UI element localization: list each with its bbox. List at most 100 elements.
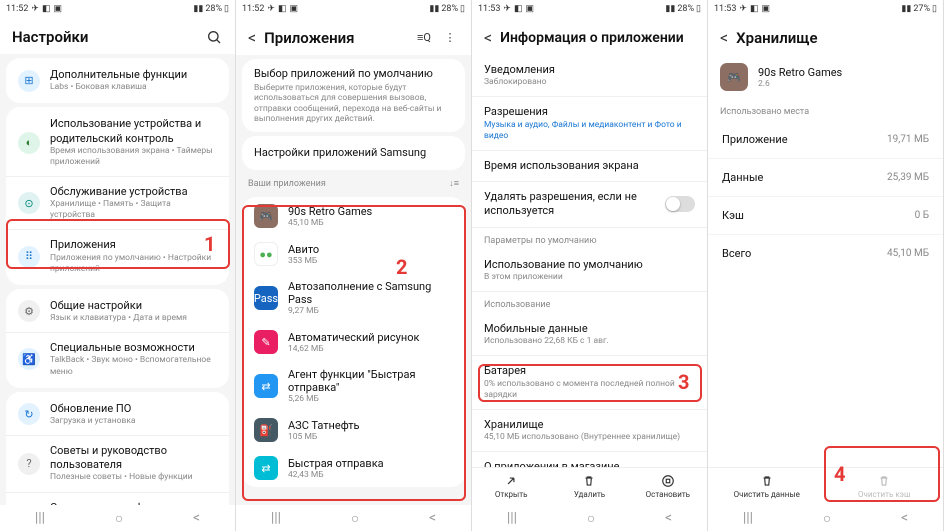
app-size: 45,10 МБ — [288, 218, 372, 228]
app-row[interactable]: ✎Автоматический рисунок14,62 МБ — [242, 323, 465, 361]
item-title: Обновление ПО — [50, 402, 217, 416]
storage-data-row: Данные25,39 МБ — [708, 159, 943, 197]
back-button[interactable]: < — [429, 510, 436, 526]
app-name: 90s Retro Games — [758, 66, 842, 79]
status-battery: 28% — [205, 4, 222, 14]
page-title: Настройки — [12, 28, 197, 46]
app-name: 90s Retro Games — [288, 205, 372, 218]
app-row[interactable]: PassАвтозаполнение с Samsung Pass9,27 МБ — [242, 273, 465, 323]
card-title: Выбор приложений по умолчанию — [254, 67, 453, 81]
page-title: Информация о приложении — [500, 30, 695, 46]
app-size: 42,43 МБ — [288, 470, 384, 480]
section-label: Использование — [472, 292, 707, 314]
item-sub: Labs • Боковая клавиша — [50, 82, 217, 93]
status-battery: 28% — [677, 4, 694, 14]
storage-val: 45,10 МБ — [887, 248, 929, 259]
page-title: Приложения — [264, 29, 407, 47]
settings-item-update[interactable]: ↻ Обновление ПОЗагрузка и установка — [6, 394, 229, 436]
row-title: Удалять разрешения, если не используется — [484, 190, 655, 219]
app-size: 5,26 МБ — [288, 394, 453, 404]
back-icon[interactable]: < — [484, 28, 492, 47]
sort-icon[interactable]: ↓≡ — [449, 178, 459, 189]
app-row[interactable]: ●●Авито353 МБ — [242, 235, 465, 273]
mobile-row[interactable]: Мобильные данныеИспользовано 22,68 КБ с … — [472, 314, 707, 356]
btn-label: Удалить — [574, 490, 605, 499]
row-sub: 45,10 МБ использовано (Внутреннее хранил… — [484, 432, 695, 443]
statusbar: 11:52✈◧▣ ▮▮28%▯ — [236, 0, 471, 18]
status-time: 11:52 — [242, 4, 264, 14]
storage-app-row: Приложение19,71 МБ — [708, 121, 943, 159]
storage-label: Данные — [722, 171, 763, 184]
settings-item-advanced[interactable]: ⊞ Дополнительные функцииLabs • Боковая к… — [6, 60, 229, 101]
navbar: ||| ○ < — [236, 505, 471, 531]
toggle[interactable] — [665, 196, 695, 212]
stop-button[interactable]: Остановить — [629, 468, 707, 505]
general-icon: ⚙ — [18, 300, 40, 322]
row-sub: В этом приложении — [484, 272, 695, 283]
notif-row[interactable]: УведомленияЗаблокировано — [472, 55, 707, 97]
status-battery: 27% — [913, 4, 930, 14]
home-button[interactable]: ○ — [587, 510, 595, 527]
annotation-number-1: 1 — [204, 232, 215, 256]
screentime-row[interactable]: Время использования экрана — [472, 151, 707, 182]
uninstall-button[interactable]: Удалить — [550, 468, 628, 505]
settings-item-tips[interactable]: ? Советы и руководство пользователяПолез… — [6, 436, 229, 493]
default-row[interactable]: Использование по умолчаниюВ этом приложе… — [472, 250, 707, 292]
recent-button[interactable]: ||| — [743, 510, 753, 526]
filter-icon[interactable]: ≡Q — [415, 29, 433, 47]
apps-icon: ◧ — [42, 4, 51, 14]
back-button[interactable]: < — [665, 510, 672, 526]
home-button[interactable]: ○ — [823, 510, 831, 527]
app-header: 🎮 90s Retro Games2.6 — [708, 55, 943, 99]
search-icon[interactable] — [205, 28, 223, 46]
item-title: Советы и руководство пользователя — [50, 444, 217, 473]
app-icon: 🎮 — [254, 204, 278, 228]
back-icon[interactable]: < — [720, 28, 728, 47]
clear-data-button[interactable]: Очистить данные — [708, 468, 826, 505]
signal-icon: ▮▮ — [193, 4, 203, 14]
settings-item-wellbeing[interactable]: ◐ Использование устройства и родительски… — [6, 109, 229, 177]
back-button[interactable]: < — [193, 510, 200, 526]
annotation-number-2: 2 — [396, 255, 407, 279]
recent-button[interactable]: ||| — [271, 510, 281, 526]
app-icon: ⇄ — [254, 456, 278, 480]
app-row[interactable]: 🎮 90s Retro Games45,10 МБ — [242, 197, 465, 235]
perm-row[interactable]: РазрешенияМузыка и аудио, Файлы и медиак… — [472, 97, 707, 150]
app-row[interactable]: ⇄Агент функции "Быстрая отправка"5,26 МБ — [242, 361, 465, 411]
more-icon[interactable]: ⋮ — [441, 29, 459, 47]
recent-button[interactable]: ||| — [507, 510, 517, 526]
app-name: Автоматический рисунок — [288, 331, 419, 344]
samsung-apps-card[interactable]: Настройки приложений Samsung — [242, 136, 465, 170]
storage-total-row: Всего45,10 МБ — [708, 235, 943, 272]
store-row[interactable]: О приложении в магазинеПриложение загруж… — [472, 452, 707, 467]
app-row[interactable]: ⛽АЗС Татнефть105 МБ — [242, 411, 465, 449]
settings-item-general[interactable]: ⚙ Общие настройкиЯзык и клавиатура • Дат… — [6, 291, 229, 333]
settings-item-accessibility[interactable]: ♿ Специальные возможностиTalkBack • Звук… — [6, 333, 229, 385]
row-title: О приложении в магазине — [484, 460, 695, 467]
default-apps-card[interactable]: Выбор приложений по умолчанию Выберите п… — [242, 59, 465, 132]
back-button[interactable]: < — [901, 510, 908, 526]
item-sub: Время использования экрана • Таймеры при… — [50, 146, 217, 168]
app-name: Агент функции "Быстрая отправка" — [288, 368, 453, 394]
home-button[interactable]: ○ — [351, 510, 359, 527]
update-icon: ↻ — [18, 403, 40, 425]
storage-val: 19,71 МБ — [887, 134, 929, 145]
apps-icon: ⠿ — [18, 246, 40, 268]
open-button[interactable]: Открыть — [472, 468, 550, 505]
settings-item-apps[interactable]: ⠿ ПриложенияПриложения по умолчанию • На… — [6, 230, 229, 282]
battery-icon: ▯ — [224, 4, 229, 14]
phone-appinfo: 11:53✈◧▣ ▮▮28%▯ < Информация о приложени… — [472, 0, 708, 531]
battery-row[interactable]: Батарея0% использовано с момента последн… — [472, 356, 707, 409]
item-sub: Загрузка и установка — [50, 416, 217, 427]
settings-item-about[interactable]: ⓘ Сведения о телефонеСостояние • Юридиче… — [6, 493, 229, 505]
app-name: Быстрая отправка — [288, 457, 384, 470]
app-size: 105 МБ — [288, 432, 360, 442]
home-button[interactable]: ○ — [115, 510, 123, 527]
app-row[interactable]: ⇄ Быстрая отправка42,43 МБ — [242, 449, 465, 487]
revoke-row[interactable]: Удалять разрешения, если не используется — [472, 182, 707, 228]
settings-item-devicecare[interactable]: ⊙ Обслуживание устройстваХранилище • Пам… — [6, 177, 229, 230]
item-sub: Приложения по умолчанию • Настройки прил… — [50, 253, 217, 275]
storage-row[interactable]: Хранилище45,10 МБ использовано (Внутренн… — [472, 410, 707, 452]
recent-button[interactable]: ||| — [35, 510, 45, 526]
back-icon[interactable]: < — [248, 28, 256, 47]
